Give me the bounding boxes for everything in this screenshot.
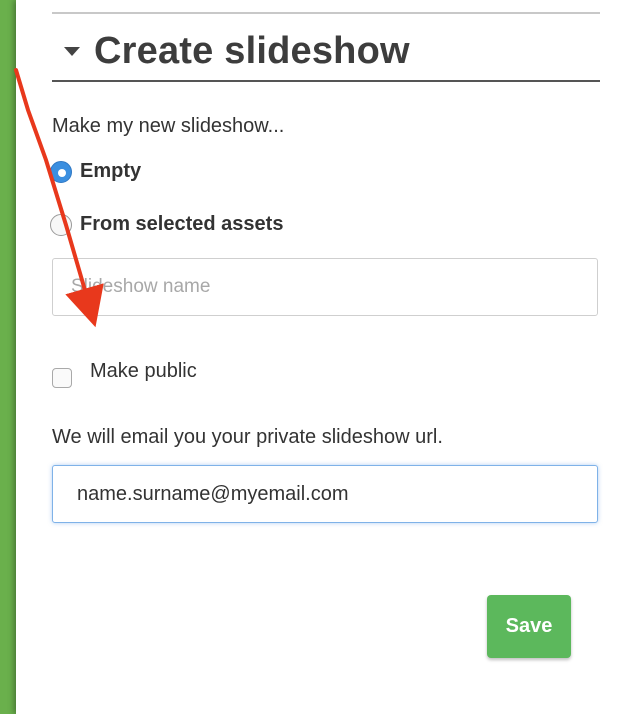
email-input[interactable] [52,465,598,523]
radio-label-selected-assets[interactable]: From selected assets [80,213,283,236]
make-public-checkbox[interactable] [52,368,72,388]
radio-option-selected-assets[interactable]: From selected assets [50,213,283,236]
radio-button-empty[interactable] [50,160,72,183]
panel-header[interactable]: Create slideshow [52,22,600,82]
caret-down-icon[interactable] [64,46,80,56]
panel-title: Create slideshow [94,29,410,72]
radio-button-selected-assets[interactable] [50,213,72,236]
make-public-label[interactable]: Make public [90,360,197,383]
email-note: We will email you your private slideshow… [52,426,443,448]
divider [52,12,600,14]
radio-label-empty[interactable]: Empty [80,160,141,183]
radio-option-empty[interactable]: Empty [50,160,141,183]
save-button[interactable]: Save [487,595,571,658]
slideshow-name-input[interactable] [52,258,598,316]
make-public-row[interactable]: Make public [52,354,197,388]
intro-text: Make my new slideshow... [52,115,285,137]
